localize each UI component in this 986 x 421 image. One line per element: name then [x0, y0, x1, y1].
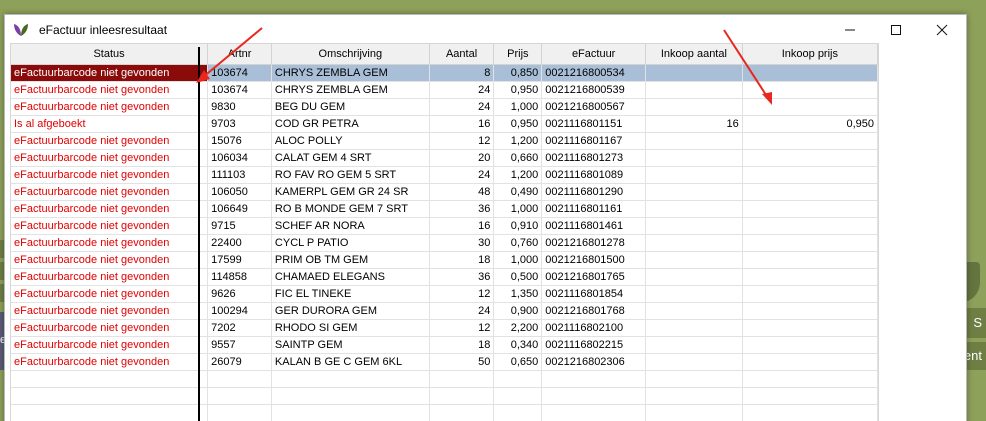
annotation-arrow-left [201, 27, 263, 79]
annotation-arrow-right-head [762, 92, 772, 105]
annotation-arrows [196, 27, 772, 105]
annotation-arrow-right [723, 29, 769, 99]
